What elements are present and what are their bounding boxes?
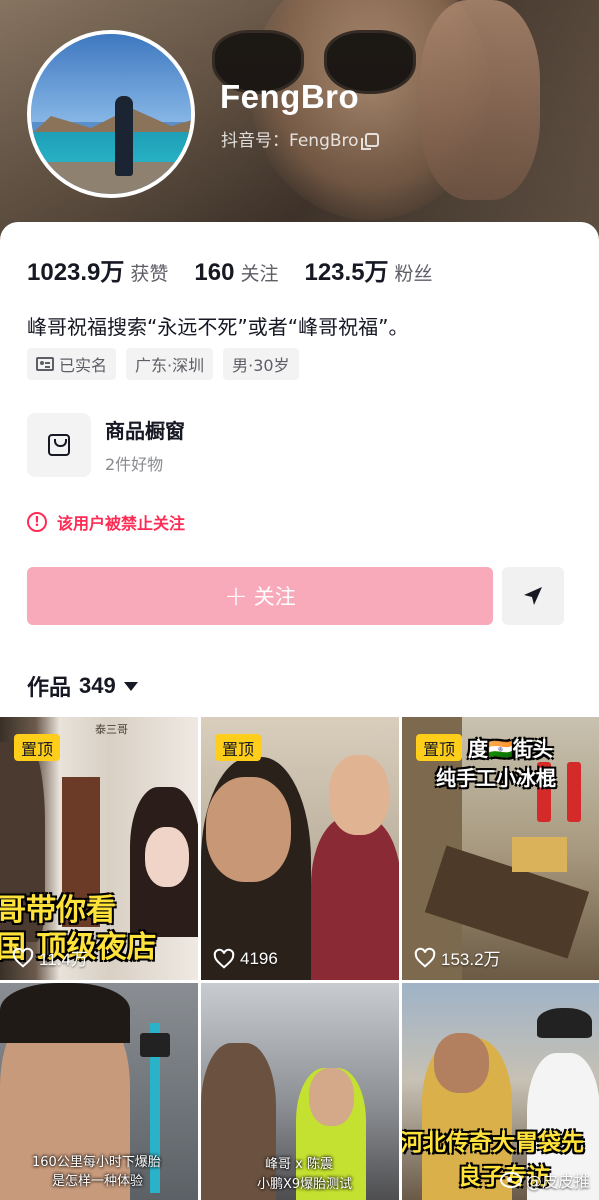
- verified-label: 已实名: [59, 356, 108, 375]
- tile-6-caption-1: 河北传奇大胃袋先: [402, 1130, 584, 1156]
- likes-count: 1023.9万: [27, 259, 125, 286]
- shop-title: 商品橱窗: [105, 419, 185, 443]
- pinned-badge: 置顶: [14, 734, 61, 761]
- weibo-watermark: @皮皮推: [499, 1168, 590, 1192]
- tile-1-likes: 11.4万: [12, 945, 88, 970]
- tile-5-caption-2: 小鹏X9爆胎测试: [257, 1177, 353, 1192]
- avatar[interactable]: [27, 30, 195, 198]
- tile-2-like-count: 4196: [240, 949, 278, 968]
- tile-3-likes: 153.2万: [414, 945, 501, 970]
- watermark-text: @皮皮推: [525, 1172, 590, 1191]
- tile-5-caption-1: 峰哥 x 陈震: [265, 1157, 333, 1172]
- profile-tags: 已实名 广东·深圳 男·30岁: [27, 348, 309, 380]
- follow-button[interactable]: + 关注: [27, 567, 493, 625]
- tile-1-sign: 泰三哥: [95, 723, 128, 736]
- tile-4-caption-1: 160公里每小时下爆胎: [32, 1155, 161, 1170]
- works-tab[interactable]: 作品 349: [27, 670, 138, 702]
- video-tile-5[interactable]: 峰哥 x 陈震 小鹏X9爆胎测试: [201, 983, 399, 1200]
- share-button[interactable]: [502, 567, 564, 625]
- tile-2-likes: 4196: [213, 948, 278, 970]
- stats-row: 1023.9万 获赞 160 关注 123.5万 粉丝: [27, 252, 459, 286]
- follow-ban-warning: ! 该用户被禁止关注: [27, 510, 185, 534]
- warning-text: 该用户被禁止关注: [57, 514, 186, 533]
- tile-3-caption-2: 纯手工小冰棍: [436, 766, 556, 790]
- shop-icon-box: [27, 413, 91, 477]
- copy-icon[interactable]: [360, 133, 379, 150]
- following-label[interactable]: 关注: [240, 259, 278, 286]
- pinned-badge: 置顶: [215, 734, 262, 761]
- works-count: 349: [79, 673, 116, 698]
- following-count[interactable]: 160: [194, 259, 234, 287]
- video-grid: 泰三哥 置顶 哥带你看 国 顶级夜店 11.4万 置顶 4196 置顶 度🇮🇳街…: [0, 717, 599, 1200]
- heart-icon: [414, 947, 436, 968]
- shop-window[interactable]: 商品橱窗 2件好物: [27, 413, 185, 477]
- video-tile-2[interactable]: 置顶 4196: [201, 717, 399, 980]
- pinned-badge: 置顶: [416, 734, 463, 761]
- tile-4-caption-2: 是怎样一种体验: [52, 1174, 144, 1189]
- send-icon: [524, 587, 542, 605]
- weibo-icon: [499, 1172, 522, 1188]
- caret-down-icon: [123, 681, 138, 691]
- exclamation-icon: !: [27, 512, 47, 532]
- douyin-id-text: 抖音号：FengBro: [221, 131, 359, 151]
- nickname: FengBro: [220, 78, 360, 115]
- works-label: 作品: [27, 676, 72, 701]
- bio-text: 峰哥祝福搜索“永远不死”或者“峰哥祝福”。: [27, 315, 409, 339]
- plus-icon: +: [224, 579, 248, 612]
- likes-label: 获赞: [130, 263, 169, 285]
- tile-1-like-count: 11.4万: [39, 950, 88, 969]
- shop-subtitle: 2件好物: [105, 455, 164, 474]
- tile-3-like-count: 153.2万: [441, 950, 501, 969]
- douyin-id[interactable]: 抖音号：FengBro: [221, 126, 379, 151]
- video-tile-6[interactable]: 河北传奇大胃袋先 良子专访 @皮皮推: [402, 983, 599, 1200]
- profile-card: 1023.9万 获赞 160 关注 123.5万 粉丝 峰哥祝福搜索“永远不死”…: [0, 222, 599, 1200]
- location-tag: 广东·深圳: [126, 348, 214, 380]
- shopping-bag-icon: [48, 434, 70, 456]
- id-card-icon: [36, 357, 54, 371]
- verified-tag: 已实名: [27, 348, 117, 380]
- gender-age-tag: 男·30岁: [223, 348, 299, 380]
- heart-icon: [213, 948, 235, 969]
- video-tile-1[interactable]: 泰三哥 置顶 哥带你看 国 顶级夜店 11.4万: [0, 717, 198, 980]
- video-tile-3[interactable]: 置顶 度🇮🇳街头 纯手工小冰棍 153.2万: [402, 717, 599, 980]
- follow-label: 关注: [253, 585, 296, 609]
- followers-count[interactable]: 123.5万: [304, 252, 388, 287]
- tile-3-caption-1: 度🇮🇳街头: [468, 737, 553, 761]
- followers-label[interactable]: 粉丝: [395, 259, 433, 286]
- video-tile-4[interactable]: 160公里每小时下爆胎 是怎样一种体验: [0, 983, 198, 1200]
- heart-icon: [12, 947, 34, 968]
